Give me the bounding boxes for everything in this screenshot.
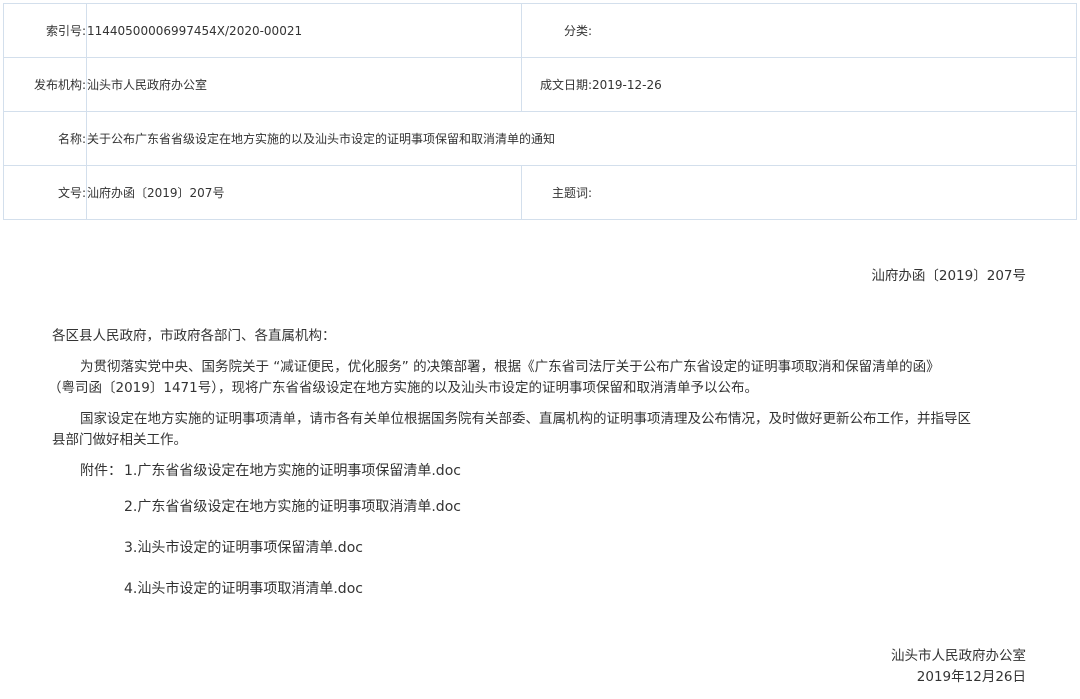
index-value: 11440500006997454X/2020-00021 bbox=[86, 3, 522, 58]
category-label: 分类: bbox=[521, 3, 592, 58]
index-label: 索引号: bbox=[3, 3, 87, 58]
date-label: 成文日期: bbox=[521, 57, 592, 112]
document-metadata-table: 索引号: 11440500006997454X/2020-00021 分类: 发… bbox=[3, 3, 1077, 220]
subject-label: 主题词: bbox=[521, 165, 592, 220]
attachment-link-1[interactable]: 1.广东省省级设定在地方实施的证明事项保留清单.doc bbox=[124, 461, 461, 481]
publisher-value: 汕头市人民政府办公室 bbox=[86, 57, 522, 112]
paragraph-1-line-2: （粤司函〔2019〕1471号），现将广东省省级设定在地方实施的以及汕头市设定的… bbox=[48, 380, 758, 396]
attachment-link-3[interactable]: 3.汕头市设定的证明事项保留清单.doc bbox=[124, 538, 363, 558]
doc-number: 汕府办函〔2019〕207号 bbox=[871, 268, 1026, 284]
publisher-label: 发布机构: bbox=[3, 57, 87, 112]
category-value bbox=[592, 3, 1077, 58]
paragraph-1-line-1: 为贯彻落实党中央、国务院关于 “减证便民，优化服务” 的决策部署，根据《广东省司… bbox=[80, 359, 940, 375]
name-value: 关于公布广东省省级设定在地方实施的以及汕头市设定的证明事项保留和取消清单的通知 bbox=[86, 111, 1077, 166]
paragraph-2-line-1: 国家设定在地方实施的证明事项清单，请市各有关单位根据国务院有关部委、直属机构的证… bbox=[80, 411, 971, 427]
docno-value: 汕府办函〔2019〕207号 bbox=[86, 165, 522, 220]
salutation: 各区县人民政府，市政府各部门、各直属机构： bbox=[52, 328, 336, 344]
attachment-link-4[interactable]: 4.汕头市设定的证明事项取消清单.doc bbox=[124, 579, 363, 599]
date-value: 2019-12-26 bbox=[592, 57, 1077, 112]
paragraph-2-line-2: 县部门做好相关工作。 bbox=[52, 432, 187, 448]
signature: 汕头市人民政府办公室 bbox=[891, 648, 1026, 664]
docno-label: 文号: bbox=[3, 165, 87, 220]
sign-date: 2019年12月26日 bbox=[916, 669, 1026, 685]
attachment-link-2[interactable]: 2.广东省省级设定在地方实施的证明事项取消清单.doc bbox=[124, 497, 461, 517]
subject-value bbox=[592, 165, 1077, 220]
name-label: 名称: bbox=[3, 111, 87, 166]
attachments-label: 附件： bbox=[80, 463, 122, 479]
